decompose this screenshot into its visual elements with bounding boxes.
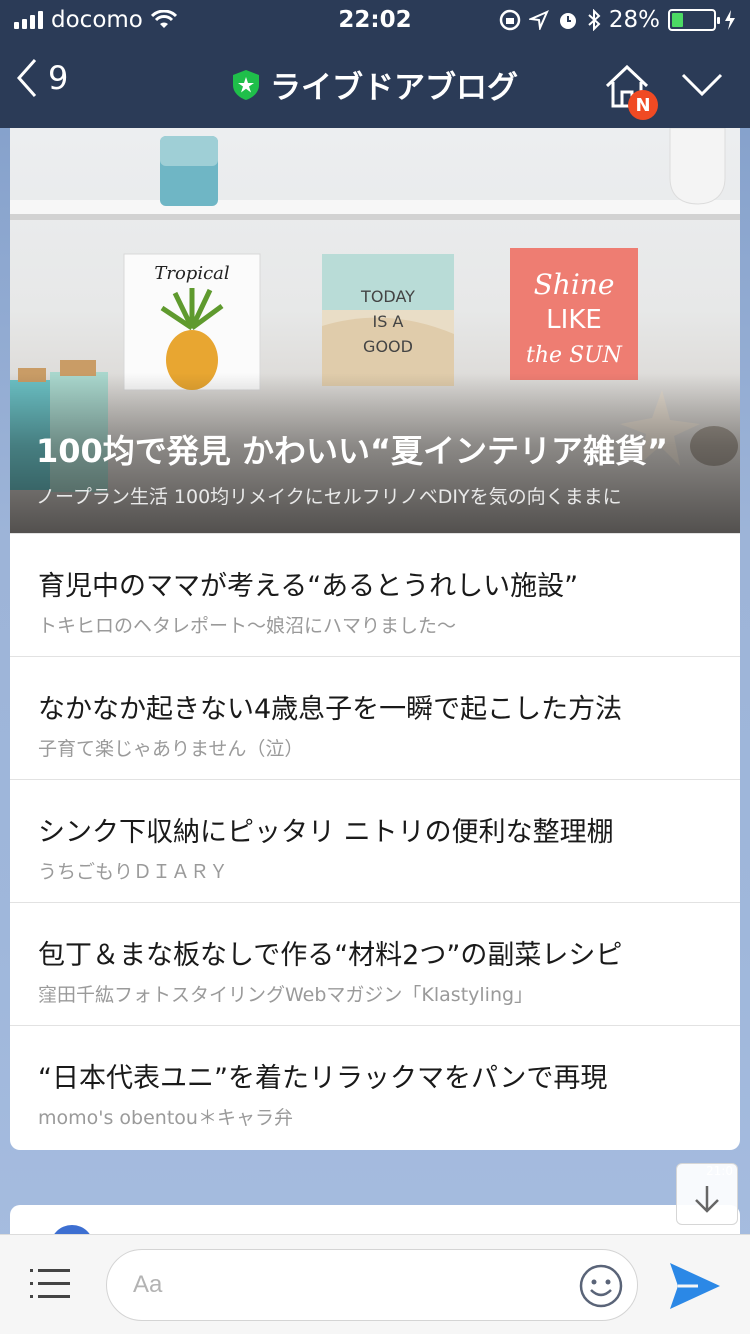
article-title: なかなか起きない4歳息子を一瞬で起こした方法 bbox=[38, 694, 623, 725]
article-source: momo's obentou＊キャラ弁 bbox=[38, 1107, 293, 1129]
page-title-text: ライブドアブログ bbox=[270, 70, 518, 106]
hero-article[interactable]: Tropical TODAY IS A GOOD Shine LIKE the … bbox=[10, 128, 740, 533]
tile-today-line3: GOOD bbox=[363, 337, 413, 356]
arrow-down-icon bbox=[695, 1186, 719, 1213]
battery-percent: 28% bbox=[608, 7, 660, 33]
tile-shine-line3: the SUN bbox=[526, 343, 623, 368]
article-source: トキヒロのヘタレポート〜娘沼にハマりました〜 bbox=[38, 615, 457, 637]
scroll-to-bottom-button[interactable]: 21:0 bbox=[676, 1163, 738, 1225]
back-button[interactable]: 9 bbox=[16, 58, 68, 98]
article-item[interactable]: なかなか起きない4歳息子を一瞬で起こした方法 子育て楽じゃありません（泣） bbox=[10, 656, 740, 779]
alarm-icon bbox=[559, 13, 576, 29]
article-source: うちごもりＤＩＡＲＹ bbox=[38, 861, 229, 883]
article-title: “日本代表ユニ”を着たリラックマをパンで再現 bbox=[38, 1063, 608, 1094]
tile-shine-line2: LIKE bbox=[546, 305, 602, 335]
send-icon[interactable] bbox=[668, 1261, 722, 1311]
signal-icon bbox=[14, 11, 43, 29]
carrier-name: docomo bbox=[51, 7, 143, 33]
blog-card: Tropical TODAY IS A GOOD Shine LIKE the … bbox=[10, 128, 740, 1150]
verified-shield-icon bbox=[233, 69, 259, 100]
emoji-icon[interactable] bbox=[578, 1263, 624, 1309]
message-input[interactable]: Aa bbox=[106, 1249, 638, 1321]
hero-subtitle: ノープラン生活 100均リメイクにセルフリノベDIYを気の向くままに bbox=[36, 486, 622, 508]
rotation-lock-icon bbox=[499, 9, 521, 31]
article-item[interactable]: 育児中のママが考える“あるとうれしい施設” トキヒロのヘタレポート〜娘沼にハマり… bbox=[10, 533, 740, 656]
battery-fill bbox=[672, 13, 684, 27]
tile-today-line2: IS A bbox=[373, 312, 404, 331]
charging-icon bbox=[725, 10, 735, 30]
article-source: 窪田千紘フォトスタイリングWebマガジン「Klastyling」 bbox=[38, 984, 534, 1006]
location-icon bbox=[528, 10, 549, 30]
chevron-down-icon[interactable] bbox=[680, 70, 724, 100]
article-item[interactable]: シンク下収納にピッタリ ニトリの便利な整理棚 うちごもりＤＩＡＲＹ bbox=[10, 779, 740, 902]
hero-title: 100均で発見 かわいい“夏インテリア雑貨” bbox=[36, 432, 669, 470]
back-count: 9 bbox=[48, 59, 69, 97]
message-timestamp: 21:0 bbox=[706, 1164, 733, 1178]
article-source: 子育て楽じゃありません（泣） bbox=[38, 738, 304, 760]
article-title: シンク下収納にピッタリ ニトリの便利な整理棚 bbox=[38, 817, 614, 848]
article-item[interactable]: “日本代表ユニ”を着たリラックマをパンで再現 momo's obentou＊キャ… bbox=[10, 1025, 740, 1148]
message-input-bar: Aa bbox=[0, 1234, 750, 1334]
article-title: 育児中のママが考える“あるとうれしい施設” bbox=[38, 571, 579, 602]
chevron-left-icon bbox=[16, 59, 37, 97]
status-bar: docomo 22:02 28% bbox=[0, 0, 750, 40]
bluetooth-icon bbox=[588, 9, 601, 31]
tile-shine-line1: Shine bbox=[534, 268, 615, 301]
article-title: 包丁＆まな板なしで作る“材料2つ”の副菜レシピ bbox=[38, 940, 623, 971]
nav-bar: 9 ライブドアブログ N bbox=[0, 40, 750, 128]
battery-icon bbox=[668, 9, 720, 31]
menu-icon[interactable] bbox=[30, 1267, 70, 1301]
tile-today-line1: TODAY bbox=[360, 287, 415, 306]
tile-tropical-text: Tropical bbox=[154, 263, 230, 284]
article-item[interactable]: 包丁＆まな板なしで作る“材料2つ”の副菜レシピ 窪田千紘フォトスタイリングWeb… bbox=[10, 902, 740, 1025]
wifi-icon bbox=[150, 10, 177, 28]
notification-badge: N bbox=[628, 90, 658, 120]
